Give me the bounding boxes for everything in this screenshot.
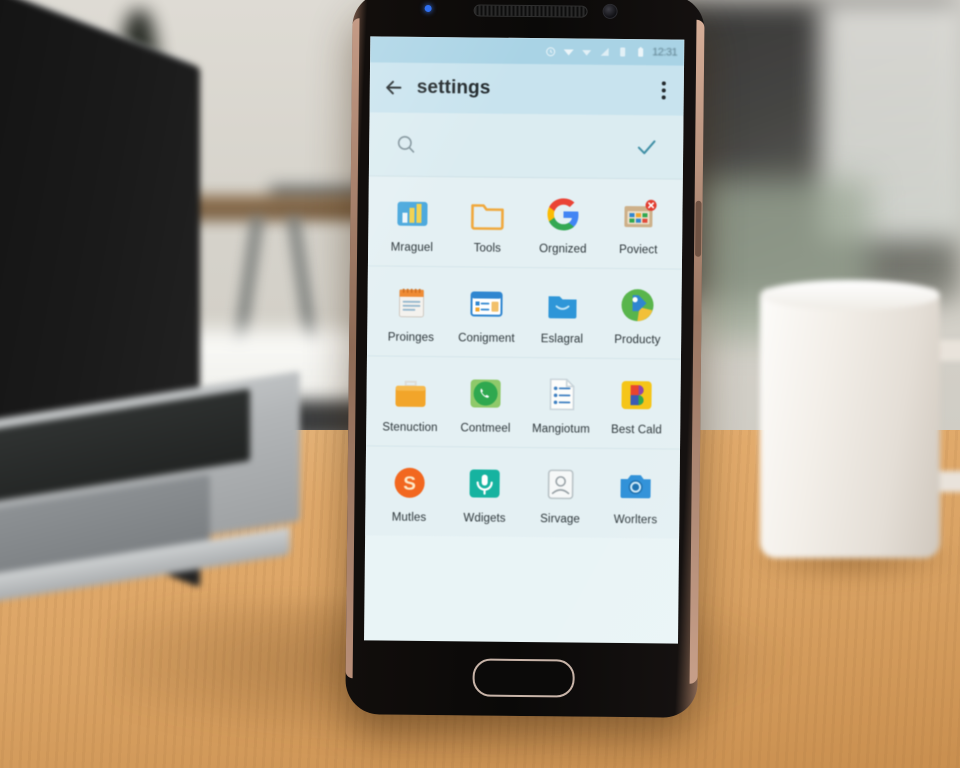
bar-chart-icon (397, 201, 428, 226)
app-label: Wdigets (463, 512, 506, 525)
app-row: Mraguel Tools Orgnized Poviect (367, 176, 683, 270)
app-item-producty[interactable]: Producty (600, 285, 676, 347)
letter-p-icon (621, 381, 652, 410)
coffee-mug (745, 278, 960, 608)
mug-rim (760, 280, 940, 310)
circle-s-icon: S (394, 467, 425, 498)
status-bar: 12:31 (370, 36, 685, 66)
microphone-icon (469, 469, 501, 498)
app-bar: settings (369, 62, 685, 116)
app-item-orgnized[interactable]: Orgnized (525, 194, 601, 256)
orange-folder-icon (395, 380, 426, 407)
svg-text:S: S (403, 474, 416, 495)
earpiece-speaker (473, 4, 588, 18)
app-label: Poviect (619, 243, 658, 257)
app-item-sirvage[interactable]: Sirvage (522, 464, 598, 526)
app-label: Orgnized (539, 243, 587, 256)
play-circle-icon (621, 289, 654, 322)
app-label: Best Cald (611, 423, 662, 437)
calendar-badge-icon (624, 199, 657, 228)
app-item-proinges[interactable]: Proinges (373, 282, 449, 344)
front-camera-icon (602, 3, 618, 19)
smartphone: 12:31 settings Mraguel Tools Orgnized Po… (345, 0, 705, 718)
home-button[interactable] (472, 658, 575, 698)
app-item-wdigets[interactable]: Wdigets (447, 463, 523, 525)
app-item-mutles[interactable]: S Mutles (371, 462, 447, 524)
wifi-icon (582, 50, 592, 56)
blue-folder-icon (548, 296, 577, 319)
alarm-icon (546, 47, 556, 57)
app-item-poviect[interactable]: Poviect (601, 195, 677, 257)
app-label: Mraguel (390, 241, 434, 255)
app-label: Contmeel (460, 422, 511, 435)
app-label: Proinges (387, 331, 435, 345)
app-row: Proinges Conigment Eslagral Producty (366, 266, 682, 360)
google-g-icon (547, 198, 579, 231)
overflow-menu-icon[interactable] (658, 77, 670, 103)
app-item-contmeel[interactable]: Contmeel (448, 373, 524, 435)
app-label: Worlters (613, 513, 658, 527)
app-label: Producty (614, 333, 661, 347)
app-label: Mutles (391, 511, 427, 524)
search-icon[interactable] (395, 134, 416, 155)
sim-icon (620, 47, 626, 57)
contact-card-icon (547, 469, 574, 500)
signal-icon (600, 47, 609, 56)
app-item-mraguel[interactable]: Mraguel (374, 192, 450, 254)
search-input[interactable] (426, 135, 636, 156)
app-grid: Mraguel Tools Orgnized Poviect Proinges … (365, 176, 683, 539)
app-row: S Mutles Wdigets Sirvage Worlters (365, 446, 680, 538)
confirm-check-icon[interactable] (635, 136, 657, 158)
power-button[interactable] (695, 200, 702, 257)
photo-scene: 12:31 settings Mraguel Tools Orgnized Po… (0, 0, 960, 768)
window-icon (470, 291, 503, 317)
laptop (0, 0, 370, 700)
folder-icon (471, 204, 505, 231)
app-label: Conigment (458, 332, 515, 345)
app-item-conigment[interactable]: Conigment (449, 283, 525, 345)
status-bar-time: 12:31 (652, 46, 678, 59)
search-row (368, 112, 684, 180)
app-item-worlters[interactable]: Worlters (598, 465, 674, 527)
camera-icon (620, 475, 651, 499)
app-item-best-cald[interactable]: Best Cald (599, 375, 675, 437)
notification-led-icon (424, 4, 432, 13)
battery-icon (638, 47, 644, 57)
document-list-icon (549, 378, 575, 411)
app-row: Stenuction Contmeel Mangiotum Best Cald (366, 356, 681, 450)
app-item-stenuction[interactable]: Stenuction (372, 372, 448, 434)
app-label: Eslagral (540, 333, 584, 346)
page-title: settings (416, 76, 491, 99)
app-label: Mangiotum (532, 423, 590, 436)
app-item-mangiotum[interactable]: Mangiotum (523, 374, 599, 436)
wifi-icon (563, 49, 574, 56)
phone-screen[interactable]: 12:31 settings Mraguel Tools Orgnized Po… (364, 36, 685, 644)
app-item-eslagral[interactable]: Eslagral (524, 284, 600, 346)
app-item-tools[interactable]: Tools (450, 193, 526, 255)
app-label: Stenuction (382, 421, 438, 435)
mug-body (760, 288, 940, 558)
app-label: Sirvage (540, 513, 580, 526)
phone-chat-icon (470, 379, 501, 408)
notepad-icon (398, 288, 424, 318)
back-arrow-icon[interactable] (384, 78, 404, 98)
app-label: Tools (473, 242, 502, 255)
